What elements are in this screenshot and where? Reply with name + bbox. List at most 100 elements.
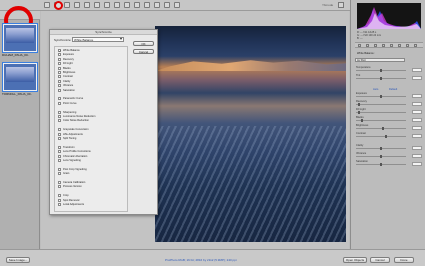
- checkbox[interactable]: [58, 128, 61, 132]
- sync-option[interactable]: Chromatic Aberration: [58, 154, 87, 159]
- sync-option[interactable]: Crop: [58, 194, 69, 198]
- slider-thumb[interactable]: [380, 77, 382, 80]
- split-toning-tab-icon[interactable]: [390, 44, 393, 47]
- slider-thumb[interactable]: [380, 155, 382, 158]
- sync-option[interactable]: HSL Adjustments: [58, 132, 83, 137]
- checkbox[interactable]: [58, 172, 61, 176]
- checkbox[interactable]: [58, 79, 61, 83]
- slider-value-field[interactable]: [412, 118, 422, 122]
- checkbox[interactable]: [58, 88, 61, 92]
- cancel-button[interactable]: Cancel: [370, 257, 390, 263]
- synchronize-select[interactable]: White Balance: [72, 37, 124, 42]
- checkbox[interactable]: [58, 132, 61, 136]
- checkbox[interactable]: [58, 71, 61, 74]
- graduated-filter-icon[interactable]: [144, 2, 150, 8]
- tone-curve-tab-icon[interactable]: [366, 44, 369, 47]
- checkbox[interactable]: [58, 198, 61, 202]
- sync-option[interactable]: Grayscale Conversion: [58, 128, 89, 132]
- sync-option[interactable]: Sharpening: [58, 110, 76, 115]
- checkbox[interactable]: [58, 115, 61, 118]
- presets-tab-icon[interactable]: [414, 44, 417, 47]
- slider-value-field[interactable]: [412, 126, 422, 130]
- sync-option[interactable]: Parametric Curve: [58, 97, 83, 101]
- target-adjust-icon[interactable]: [84, 2, 90, 8]
- slider-thumb[interactable]: [382, 127, 385, 130]
- sync-option[interactable]: ✓White Balance: [58, 49, 80, 53]
- filmstrip-thumbnail[interactable]: [2, 23, 38, 53]
- sync-option[interactable]: Split Toning: [58, 137, 76, 141]
- checkbox[interactable]: [58, 159, 61, 162]
- cancel-button[interactable]: Cancel: [133, 49, 154, 54]
- slider-thumb[interactable]: [358, 103, 361, 106]
- slider-value-field[interactable]: [412, 162, 422, 166]
- checkbox[interactable]: [58, 185, 61, 189]
- slider-thumb[interactable]: [380, 147, 382, 150]
- slider-track[interactable]: [356, 112, 406, 113]
- checkbox[interactable]: [58, 154, 61, 158]
- checkbox[interactable]: [58, 150, 61, 154]
- hsl-tab-icon[interactable]: [382, 44, 385, 47]
- basic-tab-icon[interactable]: [358, 44, 361, 47]
- straighten-icon[interactable]: [104, 2, 110, 8]
- checkbox[interactable]: [58, 194, 61, 198]
- slider-value-field[interactable]: [412, 154, 422, 158]
- checkbox[interactable]: [58, 167, 61, 171]
- checkbox[interactable]: [58, 97, 61, 101]
- slider-value-field[interactable]: [412, 110, 422, 114]
- slider-value-field[interactable]: [412, 76, 422, 80]
- slider-track[interactable]: [356, 128, 406, 129]
- white-balance-icon[interactable]: [64, 2, 70, 8]
- sync-option[interactable]: Process Version: [58, 185, 82, 189]
- slider-thumb[interactable]: [380, 95, 382, 98]
- default-link[interactable]: Default: [389, 88, 397, 91]
- slider-thumb[interactable]: [360, 119, 363, 122]
- checkbox[interactable]: [58, 53, 61, 57]
- checkbox[interactable]: [58, 101, 61, 105]
- sync-option[interactable]: Lens Profile Corrections: [58, 150, 91, 154]
- red-eye-icon[interactable]: [124, 2, 130, 8]
- checkbox[interactable]: [58, 62, 61, 66]
- slider-track[interactable]: [356, 104, 406, 105]
- checkbox[interactable]: [58, 84, 61, 88]
- slider-thumb[interactable]: [384, 135, 387, 138]
- checkbox[interactable]: [58, 203, 61, 206]
- slider-value-field[interactable]: [412, 146, 422, 150]
- rotate-left-icon[interactable]: [164, 2, 170, 8]
- detail-tab-icon[interactable]: [374, 44, 377, 47]
- checkbox[interactable]: [58, 110, 61, 114]
- sync-option[interactable]: Local Adjustments: [58, 203, 84, 207]
- rotate-right-icon[interactable]: [174, 2, 180, 8]
- sync-option[interactable]: Point Curve: [58, 101, 77, 106]
- slider-track[interactable]: [356, 136, 406, 137]
- slider-thumb[interactable]: [380, 69, 382, 72]
- checkbox[interactable]: [58, 119, 61, 123]
- ok-button[interactable]: OK: [133, 41, 154, 46]
- slider-value-field[interactable]: [412, 134, 422, 138]
- open-objects-button[interactable]: Open Objects: [343, 257, 367, 263]
- crop-icon[interactable]: [94, 2, 100, 8]
- slider-thumb[interactable]: [380, 163, 382, 166]
- checkbox[interactable]: [58, 66, 61, 70]
- sync-option[interactable]: Camera Calibration: [58, 181, 85, 185]
- color-sampler-icon[interactable]: [74, 2, 80, 8]
- adjustment-brush-icon[interactable]: [134, 2, 140, 8]
- checkbox[interactable]: [58, 75, 61, 79]
- sync-option[interactable]: Vibrance: [58, 84, 73, 88]
- auto-link[interactable]: Auto: [373, 88, 378, 91]
- sync-option[interactable]: Color Noise Reduction: [58, 119, 89, 123]
- preferences-icon[interactable]: [154, 2, 160, 8]
- sync-option[interactable]: Lens Vignetting: [58, 159, 81, 163]
- save-image-button[interactable]: Save Image...: [6, 257, 30, 263]
- checkbox[interactable]: [58, 137, 61, 140]
- done-button[interactable]: Done: [394, 257, 414, 263]
- zoom-icon[interactable]: [44, 2, 50, 8]
- slider-value-field[interactable]: [412, 102, 422, 106]
- lens-tab-icon[interactable]: [398, 44, 401, 47]
- checkbox[interactable]: [58, 145, 61, 149]
- sync-option[interactable]: Blacks: [58, 66, 71, 71]
- workflow-options-link[interactable]: ProPhoto RGB; 16 bit; 2816 by 2112 (5.9M…: [165, 258, 237, 262]
- sync-option[interactable]: Saturation: [58, 88, 75, 93]
- effects-tab-icon[interactable]: [406, 44, 409, 47]
- fullscreen-icon[interactable]: [338, 2, 344, 8]
- checkbox[interactable]: [58, 181, 61, 184]
